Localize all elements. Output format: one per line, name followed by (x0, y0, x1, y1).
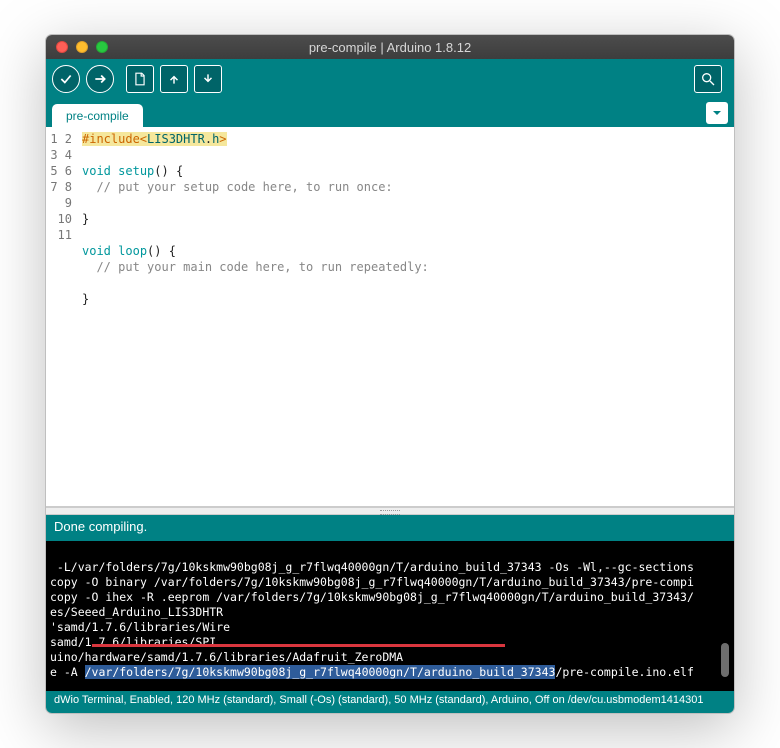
annotation-underline (92, 644, 505, 647)
comment: // put your main code here, to run repea… (82, 260, 429, 274)
board-status-footer: dWio Terminal, Enabled, 120 MHz (standar… (46, 691, 734, 713)
toolbar (46, 59, 734, 99)
board-info: dWio Terminal, Enabled, 120 MHz (standar… (54, 694, 704, 706)
status-bar: Done compiling. (46, 515, 734, 541)
code-area[interactable]: #include<LIS3DHTR.h> void setup() { // p… (78, 127, 734, 506)
status-message: Done compiling. (54, 519, 147, 534)
titlebar[interactable]: pre-compile | Arduino 1.8.12 (46, 35, 734, 59)
console-line: uino/hardware/samd/1.7.6/libraries/Adafr… (50, 650, 403, 664)
verify-button[interactable] (52, 65, 80, 93)
function-setup: setup (118, 164, 154, 178)
new-sketch-button[interactable] (126, 65, 154, 93)
selected-build-path: /var/folders/7g/10kskmw90bg08j_g_r7flwq4… (85, 665, 556, 679)
console-line: copy -O binary /var/folders/7g/10kskmw90… (50, 575, 694, 589)
keyword-void: void (82, 244, 111, 258)
tab-menu-button[interactable] (706, 102, 728, 124)
tab-pre-compile[interactable]: pre-compile (52, 104, 143, 127)
zoom-window-icon[interactable] (96, 41, 108, 53)
panel-resize-gripper[interactable] (46, 507, 734, 515)
console-scrollbar[interactable] (720, 551, 730, 681)
comment: // put your setup code here, to run once… (82, 180, 393, 194)
close-window-icon[interactable] (56, 41, 68, 53)
function-loop: loop (118, 244, 147, 258)
console-scrollbar-thumb[interactable] (721, 643, 729, 677)
console-line: /pre-compile.ino.elf (555, 665, 693, 679)
serial-monitor-button[interactable] (694, 65, 722, 93)
tab-bar: pre-compile (46, 99, 734, 127)
console-line: -L/var/folders/7g/10kskmw90bg08j_g_r7flw… (50, 560, 694, 574)
console-line: e -A (50, 665, 85, 679)
arduino-ide-window: pre-compile | Arduino 1.8.12 pre-compile (45, 34, 735, 714)
upload-button[interactable] (86, 65, 114, 93)
library-name: LIS3DHTR (147, 132, 205, 146)
console-line: copy -O ihex -R .eeprom /var/folders/7g/… (50, 590, 694, 604)
code-editor[interactable]: 1 2 3 4 5 6 7 8 9 10 11 #include<LIS3DHT… (46, 127, 734, 507)
save-sketch-button[interactable] (194, 65, 222, 93)
line-number-gutter: 1 2 3 4 5 6 7 8 9 10 11 (46, 127, 78, 506)
console-line: 'samd/1.7.6/libraries/Wire (50, 620, 230, 634)
minimize-window-icon[interactable] (76, 41, 88, 53)
open-sketch-button[interactable] (160, 65, 188, 93)
window-title: pre-compile | Arduino 1.8.12 (46, 40, 734, 55)
keyword-include: #include (82, 132, 140, 146)
console-output[interactable]: -L/var/folders/7g/10kskmw90bg08j_g_r7flw… (46, 541, 734, 691)
console-line: es/Seeed_Arduino_LIS3DHTR (50, 605, 223, 619)
keyword-void: void (82, 164, 111, 178)
